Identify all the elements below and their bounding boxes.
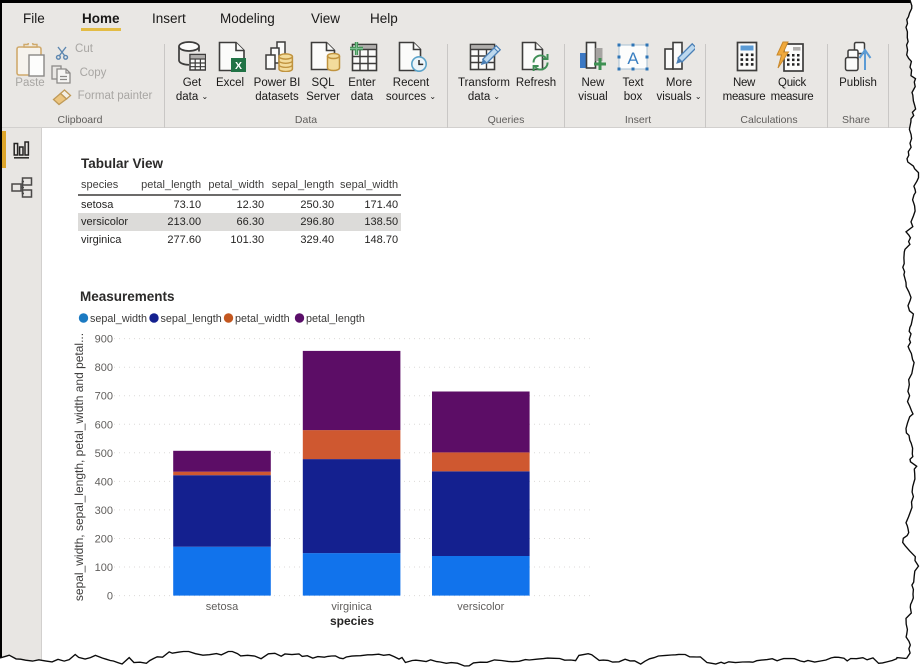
svg-text:200: 200 [95,534,113,546]
svg-text:A: A [627,49,639,68]
svg-text:700: 700 [95,391,113,403]
svg-text:800: 800 [95,362,113,374]
svg-text:sepal_length: sepal_length [161,313,222,325]
svg-text:sepal_width: sepal_width [90,313,147,325]
svg-text:400: 400 [95,476,113,488]
svg-text:900: 900 [95,334,113,346]
svg-text:X: X [235,60,242,72]
svg-text:300: 300 [95,505,113,517]
svg-text:100: 100 [95,562,113,574]
svg-text:versicolor: versicolor [457,601,504,613]
svg-text:petal_length: petal_length [306,313,365,325]
svg-text:species: species [330,614,374,628]
svg-text:600: 600 [95,419,113,431]
svg-text:petal_width: petal_width [235,313,290,325]
svg-text:0: 0 [107,591,113,603]
svg-text:500: 500 [95,448,113,460]
svg-text:setosa: setosa [206,601,239,613]
svg-text:virginica: virginica [331,601,372,613]
svg-text:sepal_width, sepal_length, pet: sepal_width, sepal_length, petal_width a… [72,333,86,601]
